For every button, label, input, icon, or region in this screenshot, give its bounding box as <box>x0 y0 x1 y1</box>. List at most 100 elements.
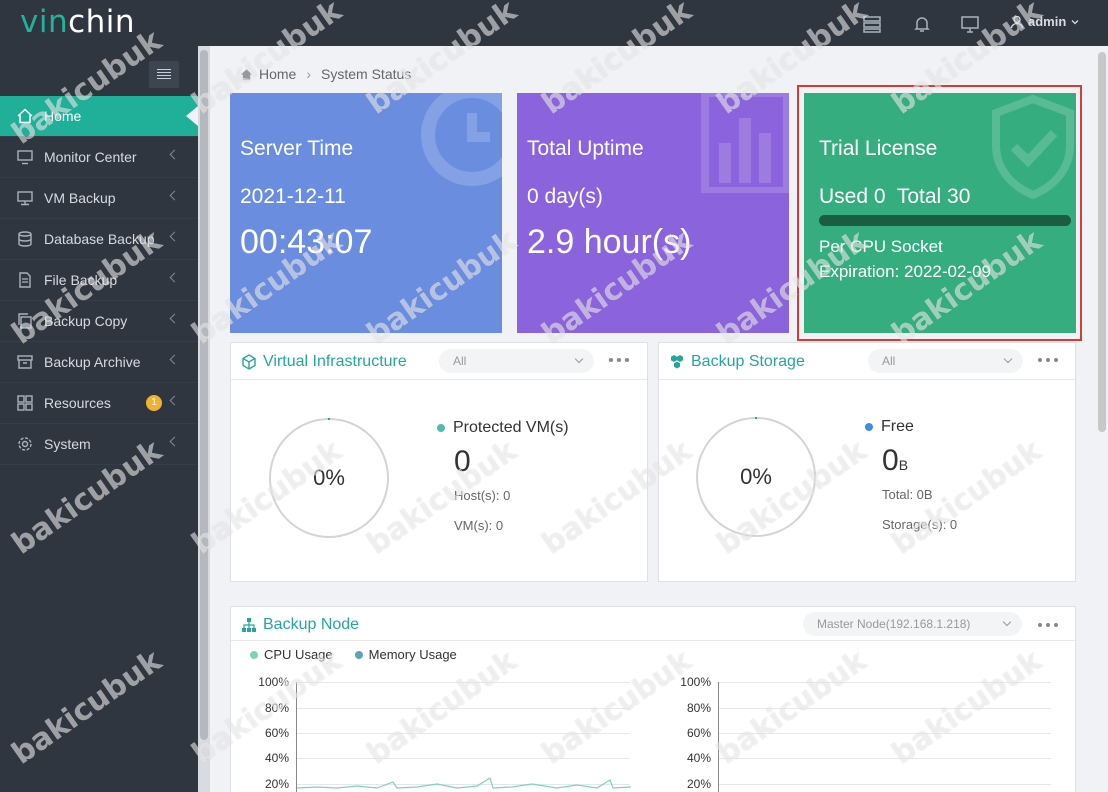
chevron-down-icon <box>1071 19 1079 24</box>
more-options-icon[interactable] <box>609 358 629 362</box>
bell-icon[interactable] <box>912 14 932 34</box>
sidebar-item-label: Home <box>44 108 82 124</box>
sidebar-item-backup-copy[interactable]: Backup Copy <box>0 301 198 342</box>
sidebar-nav: Home Monitor Center VM Backup Database B… <box>0 96 198 465</box>
chevron-down-icon <box>574 354 584 364</box>
right-scrollbar[interactable] <box>1096 46 1108 792</box>
chevron-left-icon <box>169 272 180 283</box>
sidebar-toggle-button[interactable] <box>149 61 179 88</box>
highlight-box <box>797 85 1082 341</box>
legend-cpu[interactable]: CPU Usage <box>250 647 333 662</box>
sidebar-item-label: Backup Copy <box>44 313 128 329</box>
gear-icon <box>16 435 34 453</box>
gridline <box>719 784 1051 785</box>
copy-icon <box>16 312 34 330</box>
sidebar-item-vm-backup[interactable]: VM Backup <box>0 178 198 219</box>
uptime-hours: 2.9 hour(s) <box>527 223 692 261</box>
home-icon <box>16 107 34 125</box>
sidebar-item-label: System <box>44 436 91 452</box>
uptime-days: 0 day(s) <box>527 185 603 208</box>
server-list-icon[interactable] <box>862 14 882 34</box>
virtual-infrastructure-panel: Virtual Infrastructure All 0% Protected … <box>230 342 648 582</box>
chevron-down-icon <box>1003 354 1013 364</box>
panel-header: Backup Node Master Node(192.168.1.218) <box>231 607 1075 641</box>
more-options-icon[interactable] <box>1038 358 1058 362</box>
sidebar: Home Monitor Center VM Backup Database B… <box>0 46 198 792</box>
panel-title: Backup Storage <box>669 353 805 371</box>
chart-legend: CPU Usage Memory Usage <box>250 647 457 662</box>
cpu-usage-series <box>297 777 631 789</box>
server-time: 00:43:07 <box>240 223 373 261</box>
breadcrumb-separator: › <box>306 66 312 82</box>
sidebar-item-label: Backup Archive <box>44 354 141 370</box>
bs-progress-ring: 0% <box>696 417 816 537</box>
gridline <box>297 708 630 709</box>
sidebar-item-home[interactable]: Home <box>0 96 198 137</box>
node-select[interactable]: Master Node(192.168.1.218) <box>803 612 1022 636</box>
panel-title: Backup Node <box>241 616 359 634</box>
backup-node-panel: Backup Node Master Node(192.168.1.218) <box>230 606 1076 792</box>
gridline <box>719 682 1051 683</box>
backup-storage-panel: Backup Storage All 0% Free 0B Total: 0B … <box>658 342 1076 582</box>
desktop-icon <box>16 189 34 207</box>
sidebar-item-file-backup[interactable]: File Backup <box>0 260 198 301</box>
y-tick-label: 40% <box>264 751 289 765</box>
card-title: Server Time <box>240 137 354 160</box>
archive-icon <box>16 353 34 371</box>
sidebar-item-backup-archive[interactable]: Backup Archive <box>0 342 198 383</box>
database-icon <box>16 230 34 248</box>
monitor-icon[interactable] <box>960 14 980 34</box>
chevron-left-icon <box>169 149 180 160</box>
chevron-left-icon <box>169 436 180 447</box>
chevron-left-icon <box>169 231 180 242</box>
y-tick-label: 20% <box>264 777 289 791</box>
sidebar-item-monitor-center[interactable]: Monitor Center <box>0 137 198 178</box>
user-menu[interactable]: admin <box>1010 14 1080 29</box>
bs-free-value: 0B <box>882 444 909 477</box>
server-time-card: Server Time 2021-12-11 00:43:07 <box>230 93 502 333</box>
sitemap-icon <box>242 618 256 632</box>
sidebar-item-label: VM Backup <box>44 190 116 206</box>
gridline <box>297 733 630 734</box>
home-icon <box>240 68 253 80</box>
clock-icon <box>421 93 502 186</box>
sidebar-item-resources[interactable]: Resources 1 <box>0 383 198 424</box>
gridline <box>719 708 1051 709</box>
gridline <box>719 733 1051 734</box>
y-tick-label: 60% <box>264 726 289 740</box>
top-bar: vinchin admin <box>0 0 1108 46</box>
vi-hosts: Host(s): 0 <box>454 488 511 503</box>
card-title: Total Uptime <box>527 137 644 160</box>
grid-icon <box>16 394 34 412</box>
file-icon <box>16 271 34 289</box>
legend-memory[interactable]: Memory Usage <box>354 647 457 662</box>
vi-filter-select[interactable]: All <box>439 349 594 373</box>
chevron-left-icon <box>169 313 180 324</box>
notification-badge: 1 <box>146 395 162 411</box>
left-scrollbar[interactable] <box>198 46 210 792</box>
breadcrumb-home[interactable]: Home <box>259 66 296 82</box>
sidebar-item-database-backup[interactable]: Database Backup <box>0 219 198 260</box>
bs-total: Total: 0B <box>882 487 933 502</box>
user-name: admin <box>1028 14 1067 29</box>
vinchin-logo[interactable]: vinchin <box>20 4 135 40</box>
gridline <box>297 758 630 759</box>
chevron-left-icon <box>169 395 180 406</box>
y-tick-label: 80% <box>686 701 711 715</box>
bs-filter-select[interactable]: All <box>868 349 1023 373</box>
breadcrumb: Home › System Status <box>240 66 411 82</box>
panel-header: Backup Storage All <box>659 343 1075 380</box>
server-date: 2021-12-11 <box>240 185 346 208</box>
sidebar-item-label: File Backup <box>44 272 118 288</box>
chevron-down-icon <box>1002 617 1012 627</box>
cube-icon <box>242 354 256 370</box>
more-options-icon[interactable] <box>1038 623 1058 627</box>
bs-storages: Storage(s): 0 <box>882 517 958 532</box>
panel-header: Virtual Infrastructure All <box>231 343 647 380</box>
vi-progress-ring: 0% <box>269 418 389 538</box>
y-tick-label: 60% <box>686 726 711 740</box>
breadcrumb-current: System Status <box>321 66 412 82</box>
panel-title: Virtual Infrastructure <box>241 353 407 371</box>
sidebar-item-system[interactable]: System <box>0 424 198 465</box>
gridline <box>297 682 630 683</box>
